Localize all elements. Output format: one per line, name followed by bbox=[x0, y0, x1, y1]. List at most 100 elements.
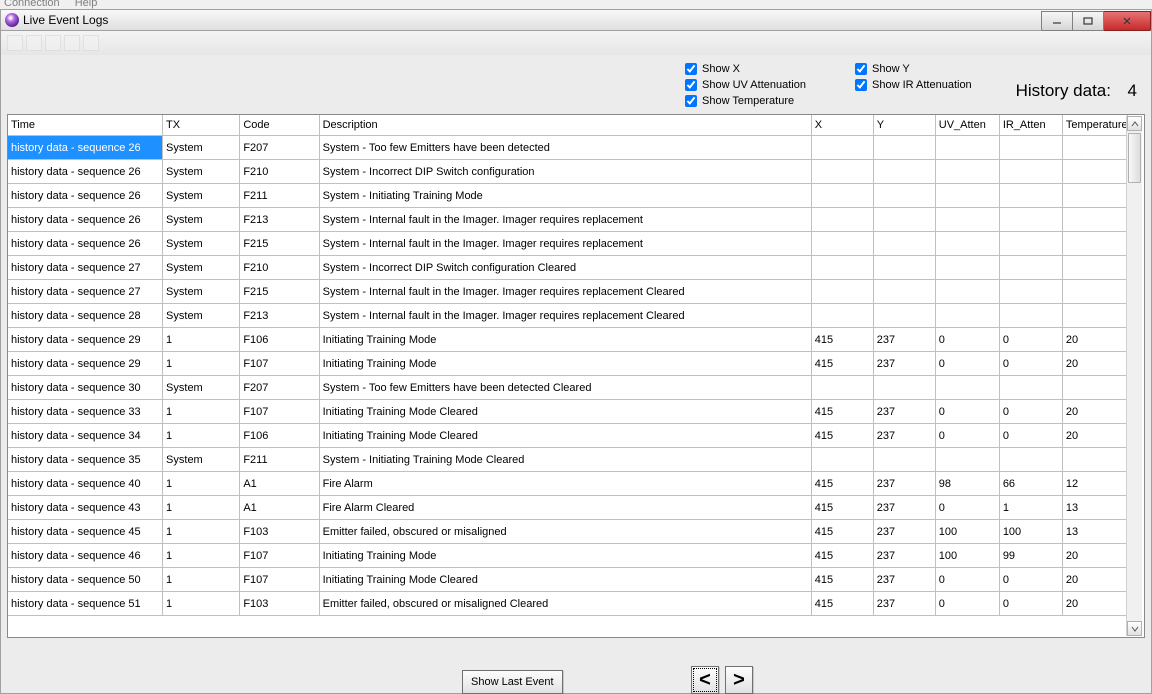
cell-code[interactable]: F103 bbox=[240, 592, 319, 616]
cell-uv[interactable] bbox=[935, 304, 999, 328]
cell-x[interactable] bbox=[811, 280, 873, 304]
cell-code[interactable]: F213 bbox=[240, 208, 319, 232]
cell-desc[interactable]: Initiating Training Mode bbox=[319, 544, 811, 568]
cell-ir[interactable]: 0 bbox=[999, 568, 1062, 592]
cell-code[interactable]: F213 bbox=[240, 304, 319, 328]
toolbar-icon[interactable] bbox=[45, 35, 61, 51]
cell-ir[interactable] bbox=[999, 448, 1062, 472]
cell-code[interactable]: F106 bbox=[240, 424, 319, 448]
cell-time[interactable]: history data - sequence 30 bbox=[8, 376, 163, 400]
cell-tx[interactable]: System bbox=[163, 136, 240, 160]
cell-temp[interactable]: 20 bbox=[1062, 328, 1127, 352]
cell-code[interactable]: F215 bbox=[240, 232, 319, 256]
cell-tx[interactable]: 1 bbox=[163, 424, 240, 448]
cell-time[interactable]: history data - sequence 29 bbox=[8, 328, 163, 352]
cell-desc[interactable]: Emitter failed, obscured or misaligned bbox=[319, 520, 811, 544]
table-row[interactable]: history data - sequence 26SystemF213Syst… bbox=[8, 208, 1128, 232]
cell-x[interactable] bbox=[811, 208, 873, 232]
cell-uv[interactable] bbox=[935, 184, 999, 208]
show-uv-checkbox[interactable]: Show UV Attenuation bbox=[685, 79, 855, 91]
cell-tx[interactable]: System bbox=[163, 208, 240, 232]
event-log-table[interactable]: Time TX Code Description X Y UV_Atten IR… bbox=[8, 115, 1128, 616]
cell-ir[interactable] bbox=[999, 304, 1062, 328]
col-header-y[interactable]: Y bbox=[873, 115, 935, 136]
table-row[interactable]: history data - sequence 291F107Initiatin… bbox=[8, 352, 1128, 376]
cell-x[interactable] bbox=[811, 160, 873, 184]
table-header-row[interactable]: Time TX Code Description X Y UV_Atten IR… bbox=[8, 115, 1128, 136]
cell-desc[interactable]: System - Internal fault in the Imager. I… bbox=[319, 232, 811, 256]
cell-time[interactable]: history data - sequence 28 bbox=[8, 304, 163, 328]
cell-tx[interactable]: 1 bbox=[163, 352, 240, 376]
show-temp-checkbox[interactable]: Show Temperature bbox=[685, 95, 855, 107]
cell-ir[interactable]: 99 bbox=[999, 544, 1062, 568]
cell-temp[interactable] bbox=[1062, 232, 1127, 256]
cell-x[interactable] bbox=[811, 256, 873, 280]
cell-y[interactable] bbox=[873, 160, 935, 184]
cell-y[interactable]: 237 bbox=[873, 352, 935, 376]
cell-tx[interactable]: System bbox=[163, 376, 240, 400]
cell-time[interactable]: history data - sequence 43 bbox=[8, 496, 163, 520]
cell-time[interactable]: history data - sequence 27 bbox=[8, 256, 163, 280]
cell-x[interactable]: 415 bbox=[811, 352, 873, 376]
cell-desc[interactable]: System - Incorrect DIP Switch configurat… bbox=[319, 256, 811, 280]
cell-code[interactable]: F211 bbox=[240, 184, 319, 208]
cell-y[interactable] bbox=[873, 208, 935, 232]
cell-uv[interactable]: 98 bbox=[935, 472, 999, 496]
table-row[interactable]: history data - sequence 331F107Initiatin… bbox=[8, 400, 1128, 424]
cell-x[interactable] bbox=[811, 184, 873, 208]
cell-ir[interactable] bbox=[999, 376, 1062, 400]
toolbar-icon[interactable] bbox=[7, 35, 23, 51]
cell-y[interactable]: 237 bbox=[873, 472, 935, 496]
cell-tx[interactable]: 1 bbox=[163, 400, 240, 424]
cell-y[interactable] bbox=[873, 184, 935, 208]
cell-tx[interactable]: 1 bbox=[163, 520, 240, 544]
minimize-button[interactable] bbox=[1041, 11, 1073, 31]
cell-temp[interactable]: 13 bbox=[1062, 496, 1127, 520]
cell-temp[interactable]: 20 bbox=[1062, 568, 1127, 592]
cell-tx[interactable]: System bbox=[163, 448, 240, 472]
table-row[interactable]: history data - sequence 431A1Fire Alarm … bbox=[8, 496, 1128, 520]
cell-y[interactable]: 237 bbox=[873, 592, 935, 616]
cell-time[interactable]: history data - sequence 40 bbox=[8, 472, 163, 496]
cell-uv[interactable] bbox=[935, 160, 999, 184]
cell-time[interactable]: history data - sequence 33 bbox=[8, 400, 163, 424]
cell-tx[interactable]: 1 bbox=[163, 496, 240, 520]
cell-tx[interactable]: 1 bbox=[163, 568, 240, 592]
cell-ir[interactable] bbox=[999, 208, 1062, 232]
cell-x[interactable]: 415 bbox=[811, 520, 873, 544]
cell-time[interactable]: history data - sequence 26 bbox=[8, 232, 163, 256]
table-row[interactable]: history data - sequence 451F103Emitter f… bbox=[8, 520, 1128, 544]
cell-code[interactable]: A1 bbox=[240, 496, 319, 520]
close-button[interactable] bbox=[1104, 11, 1151, 31]
show-x-checkbox[interactable]: Show X bbox=[685, 63, 855, 75]
cell-x[interactable]: 415 bbox=[811, 568, 873, 592]
cell-desc[interactable]: Fire Alarm bbox=[319, 472, 811, 496]
menu-help[interactable]: Help bbox=[75, 0, 98, 9]
cell-desc[interactable]: System - Initiating Training Mode Cleare… bbox=[319, 448, 811, 472]
cell-temp[interactable] bbox=[1062, 136, 1127, 160]
cell-desc[interactable]: System - Incorrect DIP Switch configurat… bbox=[319, 160, 811, 184]
cell-ir[interactable]: 1 bbox=[999, 496, 1062, 520]
cell-desc[interactable]: Initiating Training Mode Cleared bbox=[319, 424, 811, 448]
cell-temp[interactable]: 20 bbox=[1062, 400, 1127, 424]
cell-desc[interactable]: Initiating Training Mode bbox=[319, 328, 811, 352]
cell-y[interactable] bbox=[873, 376, 935, 400]
scroll-down-arrow-icon[interactable] bbox=[1127, 621, 1142, 636]
cell-time[interactable]: history data - sequence 29 bbox=[8, 352, 163, 376]
cell-tx[interactable]: 1 bbox=[163, 472, 240, 496]
cell-desc[interactable]: Emitter failed, obscured or misaligned C… bbox=[319, 592, 811, 616]
cell-x[interactable] bbox=[811, 136, 873, 160]
table-row[interactable]: history data - sequence 26SystemF211Syst… bbox=[8, 184, 1128, 208]
col-header-ir-atten[interactable]: IR_Atten bbox=[999, 115, 1062, 136]
cell-time[interactable]: history data - sequence 27 bbox=[8, 280, 163, 304]
cell-time[interactable]: history data - sequence 34 bbox=[8, 424, 163, 448]
cell-uv[interactable]: 0 bbox=[935, 352, 999, 376]
cell-uv[interactable] bbox=[935, 208, 999, 232]
col-header-tx[interactable]: TX bbox=[163, 115, 240, 136]
table-row[interactable]: history data - sequence 30SystemF207Syst… bbox=[8, 376, 1128, 400]
cell-code[interactable]: F207 bbox=[240, 376, 319, 400]
table-row[interactable]: history data - sequence 26SystemF207Syst… bbox=[8, 136, 1128, 160]
cell-y[interactable]: 237 bbox=[873, 520, 935, 544]
col-header-code[interactable]: Code bbox=[240, 115, 319, 136]
cell-ir[interactable] bbox=[999, 256, 1062, 280]
